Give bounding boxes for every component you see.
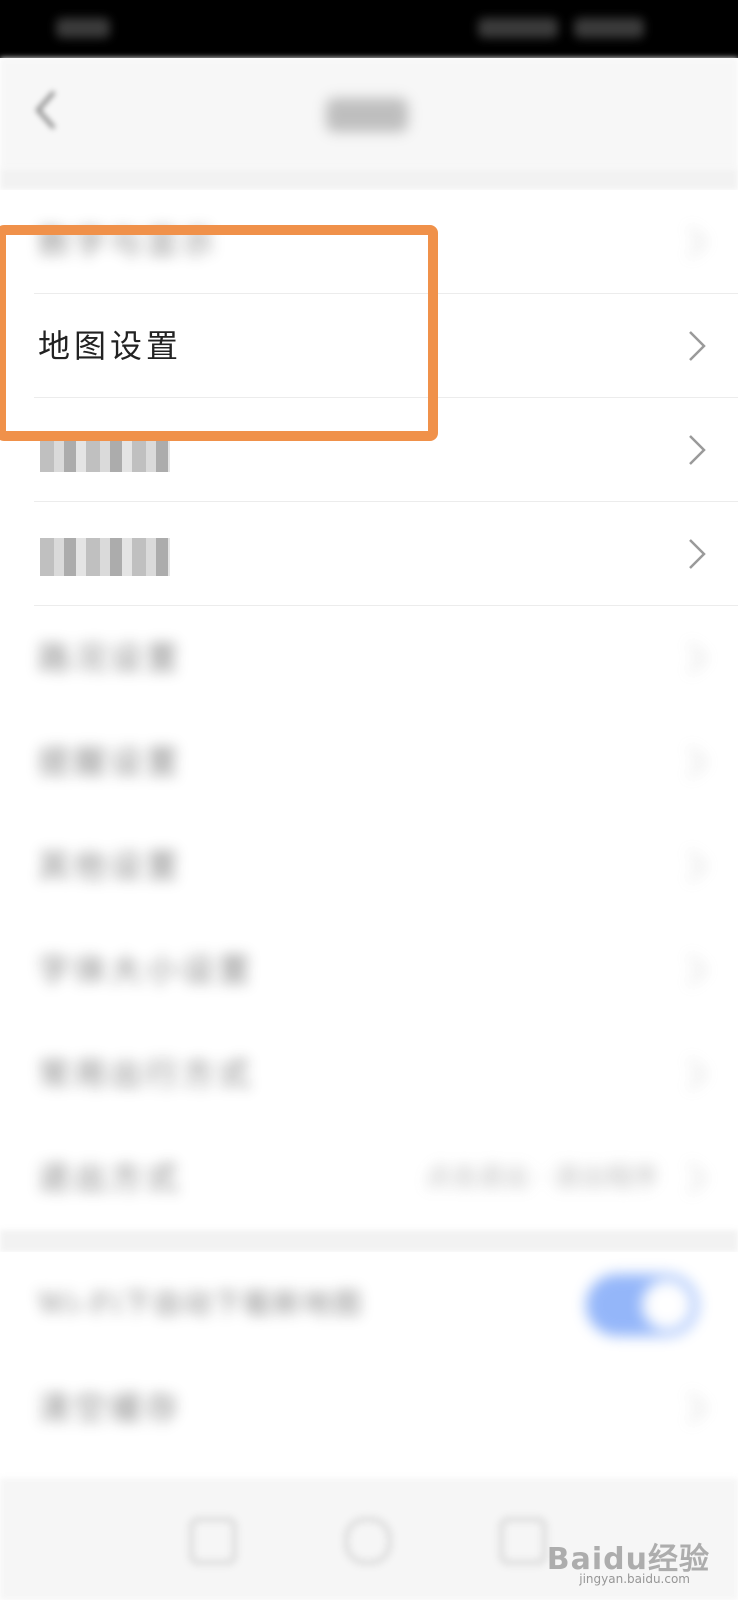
row-label: 路况设置 (38, 639, 183, 677)
section-gap (0, 1230, 738, 1252)
chevron-right-icon (689, 331, 706, 361)
home-nav-icon[interactable] (345, 1518, 391, 1564)
toggle-knob (642, 1280, 692, 1330)
row-label: 提醒设置 (38, 743, 183, 781)
back-icon[interactable] (34, 88, 58, 132)
battery-icon (574, 18, 644, 38)
row-label: Wi-Fi下自动下载新地图 (38, 1287, 364, 1320)
obscured-label (40, 434, 170, 472)
chevron-right-icon (689, 1059, 706, 1089)
settings-row-traffic[interactable]: 路况设置 (0, 606, 738, 710)
row-label: 数字与显示 (38, 223, 219, 261)
watermark-sub: jingyan.baidu.com (579, 1572, 690, 1586)
chevron-right-icon (689, 747, 706, 777)
chevron-right-icon (689, 955, 706, 985)
row-label: 地图设置 (38, 327, 183, 365)
row-label: 清空缓存 (38, 1389, 183, 1427)
recents-nav-icon[interactable] (500, 1518, 546, 1564)
settings-row-obscured-2[interactable] (0, 502, 738, 606)
nav-bar (0, 58, 738, 168)
back-nav-icon[interactable] (190, 1518, 236, 1564)
chevron-right-icon (689, 227, 706, 257)
chevron-right-icon (689, 643, 706, 673)
chevron-right-icon (689, 435, 706, 465)
settings-row-exit-mode[interactable]: 退出方式 点击退出 · 退出程序 (0, 1126, 738, 1230)
settings-row-map[interactable]: 地图设置 (0, 294, 738, 398)
signal-icon (478, 18, 558, 38)
row-label: 其他设置 (38, 847, 183, 885)
baidu-watermark: Baidu经验 jingyan.baidu.com (547, 1534, 710, 1586)
wifi-download-toggle[interactable] (586, 1274, 698, 1336)
chevron-right-icon (689, 1163, 706, 1193)
status-bar (0, 0, 738, 58)
row-label: 退出方式 (38, 1159, 183, 1197)
chevron-right-icon (689, 539, 706, 569)
settings-row-font-size[interactable]: 字体大小设置 (0, 918, 738, 1022)
settings-row-display[interactable]: 数字与显示 (0, 190, 738, 294)
settings-row-clear-cache[interactable]: 清空缓存 (0, 1356, 738, 1460)
row-value: 点击退出 · 退出程序 (425, 1163, 658, 1193)
settings-row-travel-mode[interactable]: 常用出行方式 (0, 1022, 738, 1126)
chevron-right-icon (689, 1393, 706, 1423)
clock-icon (56, 18, 110, 38)
settings-row-reminder[interactable]: 提醒设置 (0, 710, 738, 814)
row-label: 常用出行方式 (38, 1055, 255, 1093)
chevron-right-icon (689, 851, 706, 881)
page-title (326, 98, 408, 132)
row-label: 字体大小设置 (38, 951, 255, 989)
settings-row-wifi-download[interactable]: Wi-Fi下自动下载新地图 (0, 1252, 738, 1356)
settings-row-other[interactable]: 其他设置 (0, 814, 738, 918)
settings-row-obscured-1[interactable] (0, 398, 738, 502)
section-gap (0, 168, 738, 190)
obscured-label (40, 538, 170, 576)
